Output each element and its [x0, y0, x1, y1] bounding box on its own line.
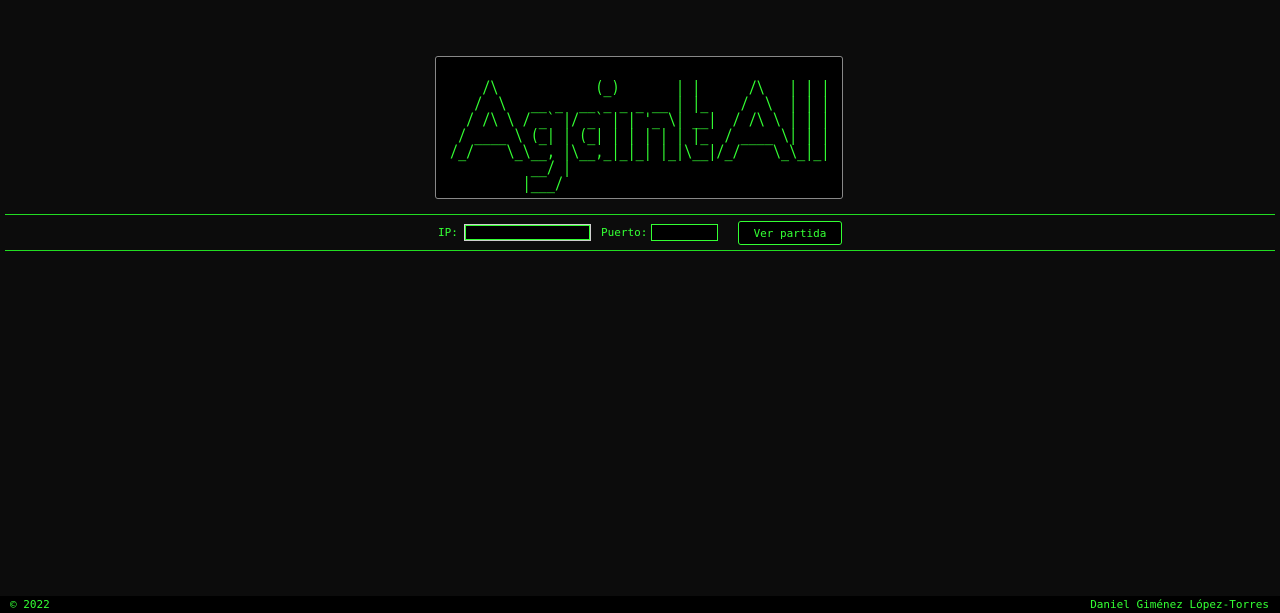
- footer: © 2022 Daniel Giménez López-Torres: [0, 596, 1280, 613]
- connect-bar: IP: Puerto: Ver partida: [0, 221, 1280, 245]
- author-text: Daniel Giménez López-Torres: [1090, 598, 1269, 611]
- ip-label: IP:: [438, 226, 458, 239]
- page: /\ (_) | | /\ | | | / \ __ _ __ _ _ _ __…: [0, 0, 1280, 613]
- logo-lines: /\ (_) | | /\ | | | / \ __ _ __ _ _ _ __…: [450, 77, 829, 193]
- port-input[interactable]: [651, 224, 718, 241]
- logo-line: |___/: [450, 173, 563, 193]
- ver-partida-button[interactable]: Ver partida: [738, 221, 842, 245]
- against-all-ascii-logo: /\ (_) | | /\ | | | / \ __ _ __ _ _ _ __…: [450, 77, 829, 193]
- logo-panel: /\ (_) | | /\ | | | / \ __ _ __ _ _ _ __…: [435, 56, 843, 199]
- ip-input[interactable]: [464, 224, 591, 241]
- top-divider: [5, 214, 1275, 215]
- bottom-divider: [5, 250, 1275, 251]
- port-label: Puerto:: [601, 226, 648, 239]
- copyright-text: © 2022: [10, 598, 50, 611]
